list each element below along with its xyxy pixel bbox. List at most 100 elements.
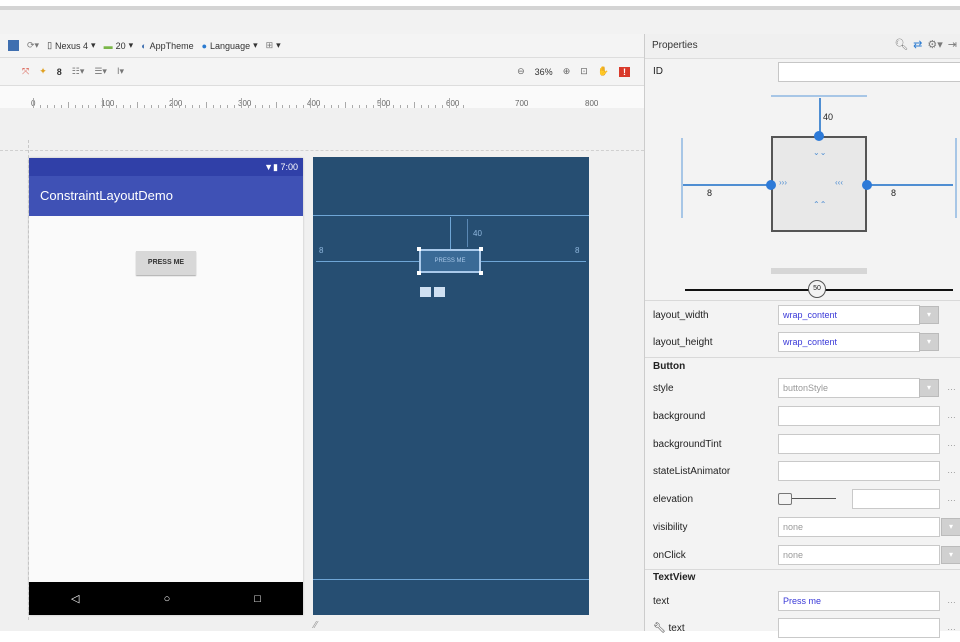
prop-label: visibility (653, 522, 688, 533)
left-anchor[interactable] (766, 180, 776, 190)
theme-icon: ◐ (141, 40, 147, 51)
delete-constraints-icon[interactable] (420, 287, 431, 297)
gear-icon[interactable]: ⚙▾ (927, 38, 942, 51)
theme-label: AppTheme (149, 40, 194, 51)
clear-constraints-icon[interactable]: ⤧ (22, 66, 29, 77)
prop-row-layout-height: layout_height wrap_content ▾ (645, 329, 960, 356)
press-me-button[interactable]: PRESS ME (136, 251, 196, 275)
prop-row-text: text Press me … (645, 588, 960, 615)
background-input[interactable] (778, 406, 940, 426)
chevron-down-icon[interactable]: ▾ (941, 518, 960, 536)
ruler-tick (448, 98, 450, 108)
inspector-top-margin[interactable]: 40 (823, 112, 833, 122)
layout-height-dropdown[interactable]: wrap_content (778, 332, 920, 352)
search-icon[interactable]: 🔍︎ (894, 38, 908, 51)
swap-view-icon[interactable]: ⇄ (913, 38, 922, 51)
prop-row-layout-width: layout_width wrap_content ▾ (645, 302, 960, 329)
theme-dropdown[interactable]: ◐ AppTheme (141, 41, 193, 51)
chevron-down-icon[interactable]: ▾ (941, 546, 960, 564)
prop-label: backgroundTint (653, 439, 722, 450)
style-dropdown[interactable]: buttonStyle (778, 378, 920, 398)
globe-icon: ● (201, 40, 208, 51)
error-warning-icon[interactable]: ! (619, 66, 630, 77)
infer-constraints-icon[interactable]: ✦ (39, 66, 47, 77)
orientation-dropdown[interactable]: ⟳▾ (27, 40, 39, 51)
inspector-right-margin[interactable]: 8 (891, 188, 896, 198)
blueprint-button[interactable]: PRESS ME (419, 249, 481, 273)
inspector-left-margin[interactable]: 8 (707, 188, 712, 198)
navigation-bar: ◁ ○ □ (29, 582, 303, 615)
chevron-down-icon[interactable]: ▾ (919, 333, 939, 351)
state-list-animator-input[interactable] (778, 461, 940, 481)
recents-icon[interactable]: □ (254, 593, 261, 605)
chevron-left-icon[interactable]: ‹‹‹ (835, 178, 843, 187)
design-text-input[interactable] (778, 618, 940, 638)
constraint-inspector: 40 ⌄⌄ ⌃⌃ ››› ‹‹‹ 8 8 50 (645, 90, 960, 300)
top-constraint-line (450, 217, 451, 249)
chevron-right-icon[interactable]: ››› (779, 178, 787, 187)
chevron-down-icon[interactable]: ▾ (919, 306, 939, 324)
prop-row-background: background … (645, 403, 960, 430)
zoom-in-icon[interactable]: ⊕ (563, 66, 571, 77)
ruler-tick (379, 98, 381, 108)
resize-handle[interactable] (479, 247, 483, 251)
blueprint-navbar-line (313, 579, 589, 580)
design-preview[interactable]: ▼▮ 7:00 ConstraintLayoutDemo PRESS ME ◁ … (29, 158, 303, 615)
left-edge-line (681, 138, 683, 218)
align-dropdown[interactable]: ☰▾ (94, 66, 107, 77)
layout-variants-dropdown[interactable]: ⊞ ▾ (266, 40, 281, 51)
zoom-to-fit-icon[interactable]: ⊡ (580, 66, 588, 77)
status-time: 7:00 (280, 162, 298, 172)
more-icon[interactable]: … (947, 493, 956, 503)
chevron-down-icon[interactable]: ⌄⌄ (813, 148, 826, 157)
back-icon[interactable]: ◁ (71, 592, 79, 605)
right-anchor[interactable] (862, 180, 872, 190)
baseline-icon[interactable] (434, 287, 445, 297)
text-input[interactable]: Press me (778, 591, 940, 611)
divider (645, 569, 960, 570)
guidelines-dropdown[interactable]: I▾ (117, 66, 124, 77)
onclick-dropdown[interactable]: none (778, 545, 940, 565)
pack-dropdown[interactable]: ☷▾ (72, 66, 85, 77)
hide-icon[interactable]: ⇥ (948, 38, 957, 51)
panel-icons: 🔍︎ ⇄ ⚙▾ ⇥ (894, 38, 957, 51)
elevation-input[interactable] (852, 489, 940, 509)
design-mode-icon[interactable] (8, 40, 19, 51)
blueprint-view[interactable]: 8 8 40 PRESS ME (313, 157, 589, 615)
api-dropdown[interactable]: ▬ 20 ▾ (104, 40, 134, 51)
resize-handle[interactable] (417, 247, 421, 251)
properties-header: Properties 🔍︎ ⇄ ⚙▾ ⇥ (645, 34, 960, 59)
home-icon[interactable]: ○ (164, 593, 171, 605)
more-icon[interactable]: … (947, 382, 956, 392)
pan-hand-icon[interactable]: ✋ (598, 66, 609, 77)
resize-grip-icon[interactable]: ⁄⁄ (314, 620, 317, 631)
design-text-label: text (668, 623, 685, 634)
more-icon[interactable]: … (947, 410, 956, 420)
resize-handle[interactable] (417, 271, 421, 275)
prop-row-design-text: 🔧︎ text … (645, 615, 960, 642)
device-dropdown[interactable]: ▯ Nexus 4 ▾ (47, 40, 96, 51)
background-tint-input[interactable] (778, 434, 940, 454)
bias-slider-thumb[interactable]: 50 (808, 280, 826, 298)
id-input[interactable] (778, 62, 960, 82)
zoom-out-icon[interactable]: ⊖ (517, 66, 525, 77)
resize-handle[interactable] (479, 271, 483, 275)
more-icon[interactable]: … (947, 438, 956, 448)
elevation-slider-thumb[interactable] (778, 493, 792, 505)
properties-panel: Properties 🔍︎ ⇄ ⚙▾ ⇥ ID 40 ⌄⌄ ⌃⌃ ››› ‹‹‹… (644, 34, 960, 638)
ruler-tick (240, 98, 242, 108)
chevron-up-icon[interactable]: ⌃⌃ (813, 200, 826, 209)
default-margin-button[interactable]: 8 (57, 67, 62, 77)
language-dropdown[interactable]: ● Language ▾ (202, 40, 258, 51)
more-icon[interactable]: … (947, 595, 956, 605)
chevron-down-icon[interactable]: ▾ (919, 379, 939, 397)
rotate-icon: ⟳▾ (27, 40, 40, 50)
visibility-dropdown[interactable]: none (778, 517, 940, 537)
window-top-border (0, 0, 960, 10)
left-constraint-line (316, 261, 419, 262)
layout-width-dropdown[interactable]: wrap_content (778, 305, 920, 325)
android-icon: ▬ (103, 40, 113, 51)
more-icon[interactable]: … (947, 465, 956, 475)
prop-label: layout_width (653, 310, 709, 321)
top-anchor[interactable] (814, 131, 824, 141)
